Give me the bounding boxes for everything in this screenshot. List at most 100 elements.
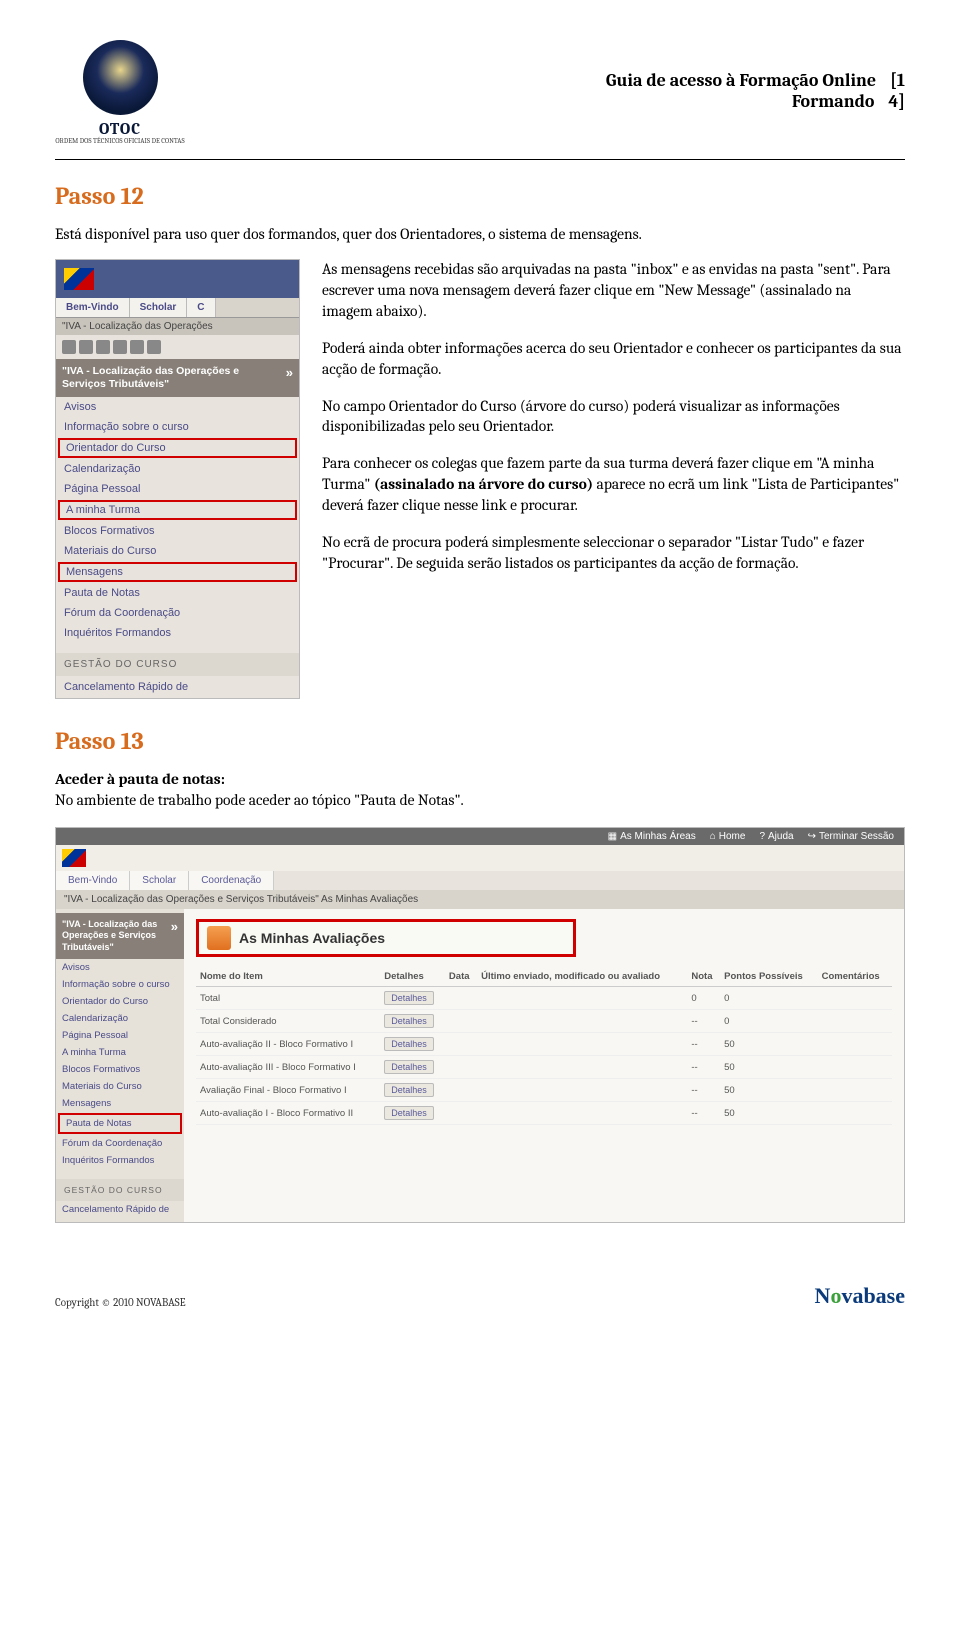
cell-pts: 50 bbox=[720, 1102, 817, 1125]
sidebar-item[interactable]: Informação sobre o curso bbox=[56, 417, 299, 437]
tool-icon[interactable] bbox=[62, 340, 76, 354]
page-footer: Copyright © 2010 NOVABASE Novabase bbox=[55, 1283, 905, 1309]
sidebar-item[interactable]: A minha Turma bbox=[56, 1044, 184, 1061]
cell-nota: 0 bbox=[687, 987, 720, 1010]
header-titles: Guia de acesso à Formação Online [1 Form… bbox=[606, 40, 905, 112]
details-button[interactable]: Detalhes bbox=[384, 991, 434, 1005]
cell-com bbox=[818, 1033, 892, 1056]
tool-icon[interactable] bbox=[79, 340, 93, 354]
details-button[interactable]: Detalhes bbox=[384, 1037, 434, 1051]
sidebar-item[interactable]: Materiais do Curso bbox=[56, 541, 299, 561]
cell-name: Total Considerado bbox=[196, 1010, 380, 1033]
cell-date bbox=[445, 1010, 477, 1033]
cell-nota: -- bbox=[687, 1056, 720, 1079]
ws-course-title: "IVA - Localização das Operações e Servi… bbox=[62, 919, 171, 953]
sidebar-item[interactable]: Inquéritos Formandos bbox=[56, 1152, 184, 1169]
cell-pts: 0 bbox=[720, 987, 817, 1010]
sidebar-item[interactable]: Página Pessoal bbox=[56, 1027, 184, 1044]
sidebar-item[interactable]: Orientador do Curso bbox=[56, 993, 184, 1010]
p12-para: Para conhecer os colegas que fazem parte… bbox=[322, 453, 905, 516]
table-row: Auto-avaliação II - Bloco Formativo IDet… bbox=[196, 1033, 892, 1056]
p12-para: No ecrã de procura poderá simplesmente s… bbox=[322, 532, 905, 574]
tool-icon[interactable] bbox=[147, 340, 161, 354]
sidebar-item[interactable]: Blocos Formativos bbox=[56, 521, 299, 541]
sidebar-item[interactable]: Calendarização bbox=[56, 1010, 184, 1027]
table-header: Comentários bbox=[818, 967, 892, 987]
cell-pts: 50 bbox=[720, 1056, 817, 1079]
table-header: Data bbox=[445, 967, 477, 987]
toolbar-icons bbox=[56, 335, 299, 359]
table-header: Nome do Item bbox=[196, 967, 380, 987]
sidebar-item[interactable]: Blocos Formativos bbox=[56, 1061, 184, 1078]
topnav-home[interactable]: ⌂ Home bbox=[710, 831, 746, 842]
topnav-logout[interactable]: ↪ Terminar Sessão bbox=[808, 831, 894, 842]
p12-para: As mensagens recebidas são arquivadas na… bbox=[322, 259, 905, 322]
cell-date bbox=[445, 1102, 477, 1125]
sidebar-item[interactable]: Pauta de Notas bbox=[58, 1113, 182, 1134]
app-logo-bar bbox=[56, 260, 299, 298]
passo12-text: As mensagens recebidas são arquivadas na… bbox=[322, 259, 905, 699]
tab-bemvindo[interactable]: Bem-Vindo bbox=[56, 298, 130, 317]
sidebar-item[interactable]: Fórum da Coordenação bbox=[56, 1135, 184, 1152]
ws-cancel-link[interactable]: Cancelamento Rápido de bbox=[56, 1201, 184, 1218]
grades-screenshot: ▦ As Minhas Áreas ⌂ Home ? Ajuda ↪ Termi… bbox=[55, 827, 905, 1223]
topnav-help[interactable]: ? Ajuda bbox=[759, 831, 793, 842]
sidebar-item[interactable]: Avisos bbox=[56, 959, 184, 976]
cell-name: Auto-avaliação III - Bloco Formativo I bbox=[196, 1056, 380, 1079]
tab-bemvindo[interactable]: Bem-Vindo bbox=[56, 871, 130, 890]
sidebar-item[interactable]: Inquéritos Formandos bbox=[56, 623, 299, 643]
cell-com bbox=[818, 987, 892, 1010]
cell-name: Auto-avaliação I - Bloco Formativo II bbox=[196, 1102, 380, 1125]
ws-manage-header: GESTÃO DO CURSO bbox=[56, 1179, 184, 1201]
doc-code-1: [1 bbox=[890, 70, 905, 91]
tab-scholar[interactable]: Scholar bbox=[130, 298, 188, 317]
cell-last bbox=[477, 1102, 687, 1125]
tool-icon[interactable] bbox=[130, 340, 144, 354]
otoc-subtitle: ORDEM DOS TÉCNICOS OFICIAIS DE CONTAS bbox=[55, 138, 185, 146]
novabase-logo: Novabase bbox=[815, 1283, 905, 1309]
sidebar-item[interactable]: Informação sobre o curso bbox=[56, 976, 184, 993]
sidebar-item[interactable]: Fórum da Coordenação bbox=[56, 603, 299, 623]
sidebar-item[interactable]: Página Pessoal bbox=[56, 479, 299, 499]
cell-nota: -- bbox=[687, 1079, 720, 1102]
tool-icon[interactable] bbox=[113, 340, 127, 354]
flag-icon bbox=[64, 268, 94, 290]
cell-com bbox=[818, 1102, 892, 1125]
sidebar-item[interactable]: Mensagens bbox=[58, 562, 297, 582]
cell-com bbox=[818, 1056, 892, 1079]
course-tree-header[interactable]: "IVA - Localização das Operações e Servi… bbox=[56, 359, 299, 397]
table-header: Último enviado, modificado ou avaliado bbox=[477, 967, 687, 987]
ws-sidebar: "IVA - Localização das Operações e Servi… bbox=[56, 909, 184, 1222]
table-row: Total ConsideradoDetalhes--0 bbox=[196, 1010, 892, 1033]
doc-title-1: Guia de acesso à Formação Online bbox=[606, 70, 876, 91]
details-button[interactable]: Detalhes bbox=[384, 1106, 434, 1120]
ws-course-header[interactable]: "IVA - Localização das Operações e Servi… bbox=[56, 913, 184, 959]
sidebar-item[interactable]: Orientador do Curso bbox=[58, 438, 297, 458]
cell-last bbox=[477, 1056, 687, 1079]
p13-rest: No ambiente de trabalho pode aceder ao t… bbox=[55, 791, 464, 809]
flag-icon bbox=[62, 849, 86, 867]
tab-scholar[interactable]: Scholar bbox=[130, 871, 189, 890]
cell-nota: -- bbox=[687, 1102, 720, 1125]
chevron-right-icon: » bbox=[286, 365, 293, 381]
tab-c[interactable]: C bbox=[187, 298, 215, 317]
details-button[interactable]: Detalhes bbox=[384, 1083, 434, 1097]
sidebar-screenshot: Bem-Vindo Scholar C "IVA - Localização d… bbox=[55, 259, 300, 699]
details-button[interactable]: Detalhes bbox=[384, 1014, 434, 1028]
cell-last bbox=[477, 1079, 687, 1102]
sidebar-item[interactable]: Mensagens bbox=[56, 1095, 184, 1112]
doc-title-2: Formando bbox=[792, 91, 875, 112]
passo13-intro: Aceder à pauta de notas: No ambiente de … bbox=[55, 769, 905, 811]
sidebar-item[interactable]: Materiais do Curso bbox=[56, 1078, 184, 1095]
cancel-link[interactable]: Cancelamento Rápido de bbox=[56, 676, 299, 698]
topnav-areas[interactable]: ▦ As Minhas Áreas bbox=[608, 831, 696, 842]
sidebar-item[interactable]: Avisos bbox=[56, 397, 299, 417]
details-button[interactable]: Detalhes bbox=[384, 1060, 434, 1074]
cell-last bbox=[477, 1033, 687, 1056]
sidebar-item[interactable]: A minha Turma bbox=[58, 500, 297, 520]
sidebar-item[interactable]: Calendarização bbox=[56, 459, 299, 479]
sidebar-item[interactable]: Pauta de Notas bbox=[56, 583, 299, 603]
tool-icon[interactable] bbox=[96, 340, 110, 354]
ws-main-heading-box: As Minhas Avaliações bbox=[196, 919, 576, 957]
tab-coord[interactable]: Coordenação bbox=[189, 871, 274, 890]
